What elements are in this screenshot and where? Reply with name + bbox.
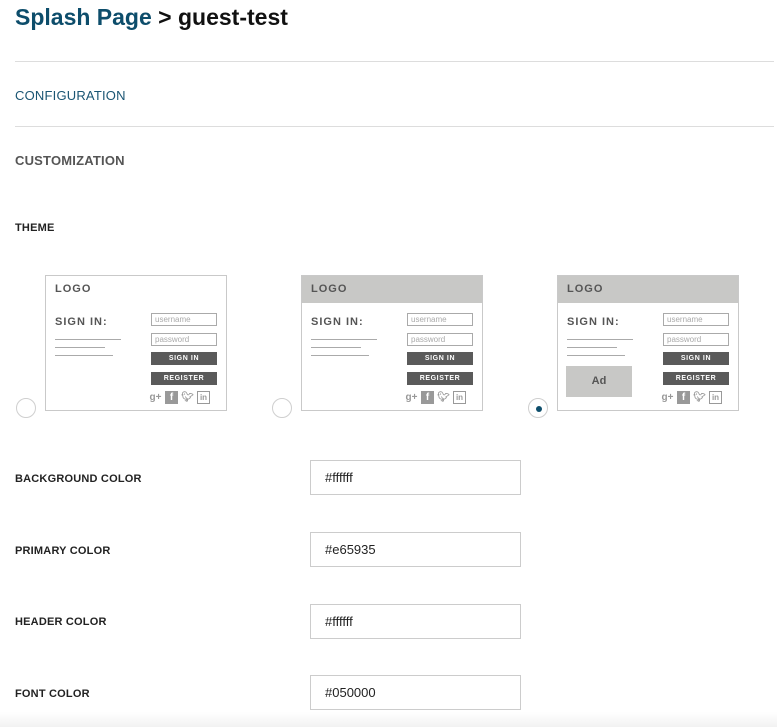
preview-text-line bbox=[55, 339, 121, 340]
preview-register-button: REGISTER bbox=[151, 372, 217, 385]
linkedin-icon: in bbox=[709, 391, 722, 404]
theme-radio-3[interactable] bbox=[528, 398, 548, 418]
background-color-input[interactable] bbox=[310, 460, 521, 495]
breadcrumb-separator: > bbox=[158, 4, 172, 30]
preview-logo: LOGO bbox=[55, 283, 92, 295]
preview-text-line bbox=[567, 347, 617, 348]
linkedin-icon: in bbox=[453, 391, 466, 404]
preview-username-field: username bbox=[407, 313, 473, 326]
preview-password-field: password bbox=[407, 333, 473, 346]
divider bbox=[15, 126, 774, 127]
theme-preview-3[interactable]: LOGO SIGN IN: Ad username password SIGN … bbox=[557, 275, 739, 411]
header-color-label: HEADER COLOR bbox=[15, 616, 107, 628]
preview-text-line bbox=[55, 347, 105, 348]
theme-label: THEME bbox=[15, 222, 55, 234]
preview-social-icons: g+ f 🐦︎ in bbox=[149, 391, 210, 405]
preview-sign-in-button: SIGN IN bbox=[663, 352, 729, 365]
preview-text-line bbox=[311, 339, 377, 340]
theme-preview-2[interactable]: LOGO SIGN IN: username password SIGN IN … bbox=[301, 275, 483, 411]
preview-password-field: password bbox=[663, 333, 729, 346]
header-color-input[interactable] bbox=[310, 604, 521, 639]
preview-text-line bbox=[311, 355, 369, 356]
preview-register-button: REGISTER bbox=[407, 372, 473, 385]
google-plus-icon: g+ bbox=[149, 392, 162, 403]
preview-text-line bbox=[311, 347, 361, 348]
twitter-icon: 🐦︎ bbox=[437, 392, 450, 403]
preview-password-field: password bbox=[151, 333, 217, 346]
preview-text-line bbox=[567, 355, 625, 356]
theme-preview-1[interactable]: LOGO SIGN IN: username password SIGN IN … bbox=[45, 275, 227, 411]
font-color-label: FONT COLOR bbox=[15, 688, 90, 700]
bottom-fade bbox=[0, 712, 777, 727]
customization-section-heading[interactable]: CUSTOMIZATION bbox=[15, 153, 125, 168]
preview-username-field: username bbox=[151, 313, 217, 326]
preview-ad-box: Ad bbox=[566, 366, 632, 397]
twitter-icon: 🐦︎ bbox=[181, 392, 194, 403]
preview-sign-in-button: SIGN IN bbox=[407, 352, 473, 365]
preview-social-icons: g+ f 🐦︎ in bbox=[405, 391, 466, 405]
facebook-icon: f bbox=[165, 391, 178, 404]
background-color-label: BACKGROUND COLOR bbox=[15, 473, 142, 485]
twitter-icon: 🐦︎ bbox=[693, 392, 706, 403]
google-plus-icon: g+ bbox=[661, 392, 674, 403]
preview-sign-in-button: SIGN IN bbox=[151, 352, 217, 365]
font-color-input[interactable] bbox=[310, 675, 521, 710]
facebook-icon: f bbox=[421, 391, 434, 404]
preview-logo: LOGO bbox=[558, 276, 738, 303]
breadcrumb-splash-page-link[interactable]: Splash Page bbox=[15, 4, 152, 30]
preview-text-line bbox=[567, 339, 633, 340]
google-plus-icon: g+ bbox=[405, 392, 418, 403]
primary-color-label: PRIMARY COLOR bbox=[15, 545, 111, 557]
preview-sign-in-label: SIGN IN: bbox=[311, 316, 364, 328]
breadcrumb-current: guest-test bbox=[178, 4, 288, 30]
preview-username-field: username bbox=[663, 313, 729, 326]
preview-social-icons: g+ f 🐦︎ in bbox=[661, 391, 722, 405]
preview-text-line bbox=[55, 355, 113, 356]
linkedin-icon: in bbox=[197, 391, 210, 404]
divider bbox=[15, 61, 774, 62]
preview-register-button: REGISTER bbox=[663, 372, 729, 385]
radio-selected-dot bbox=[536, 406, 542, 412]
page-title: Splash Page > guest-test bbox=[15, 4, 288, 31]
facebook-icon: f bbox=[677, 391, 690, 404]
primary-color-input[interactable] bbox=[310, 532, 521, 567]
preview-logo: LOGO bbox=[302, 276, 482, 303]
theme-radio-2[interactable] bbox=[272, 398, 292, 418]
preview-sign-in-label: SIGN IN: bbox=[55, 316, 108, 328]
preview-sign-in-label: SIGN IN: bbox=[567, 316, 620, 328]
theme-radio-1[interactable] bbox=[16, 398, 36, 418]
configuration-section-toggle[interactable]: CONFIGURATION bbox=[15, 88, 126, 103]
